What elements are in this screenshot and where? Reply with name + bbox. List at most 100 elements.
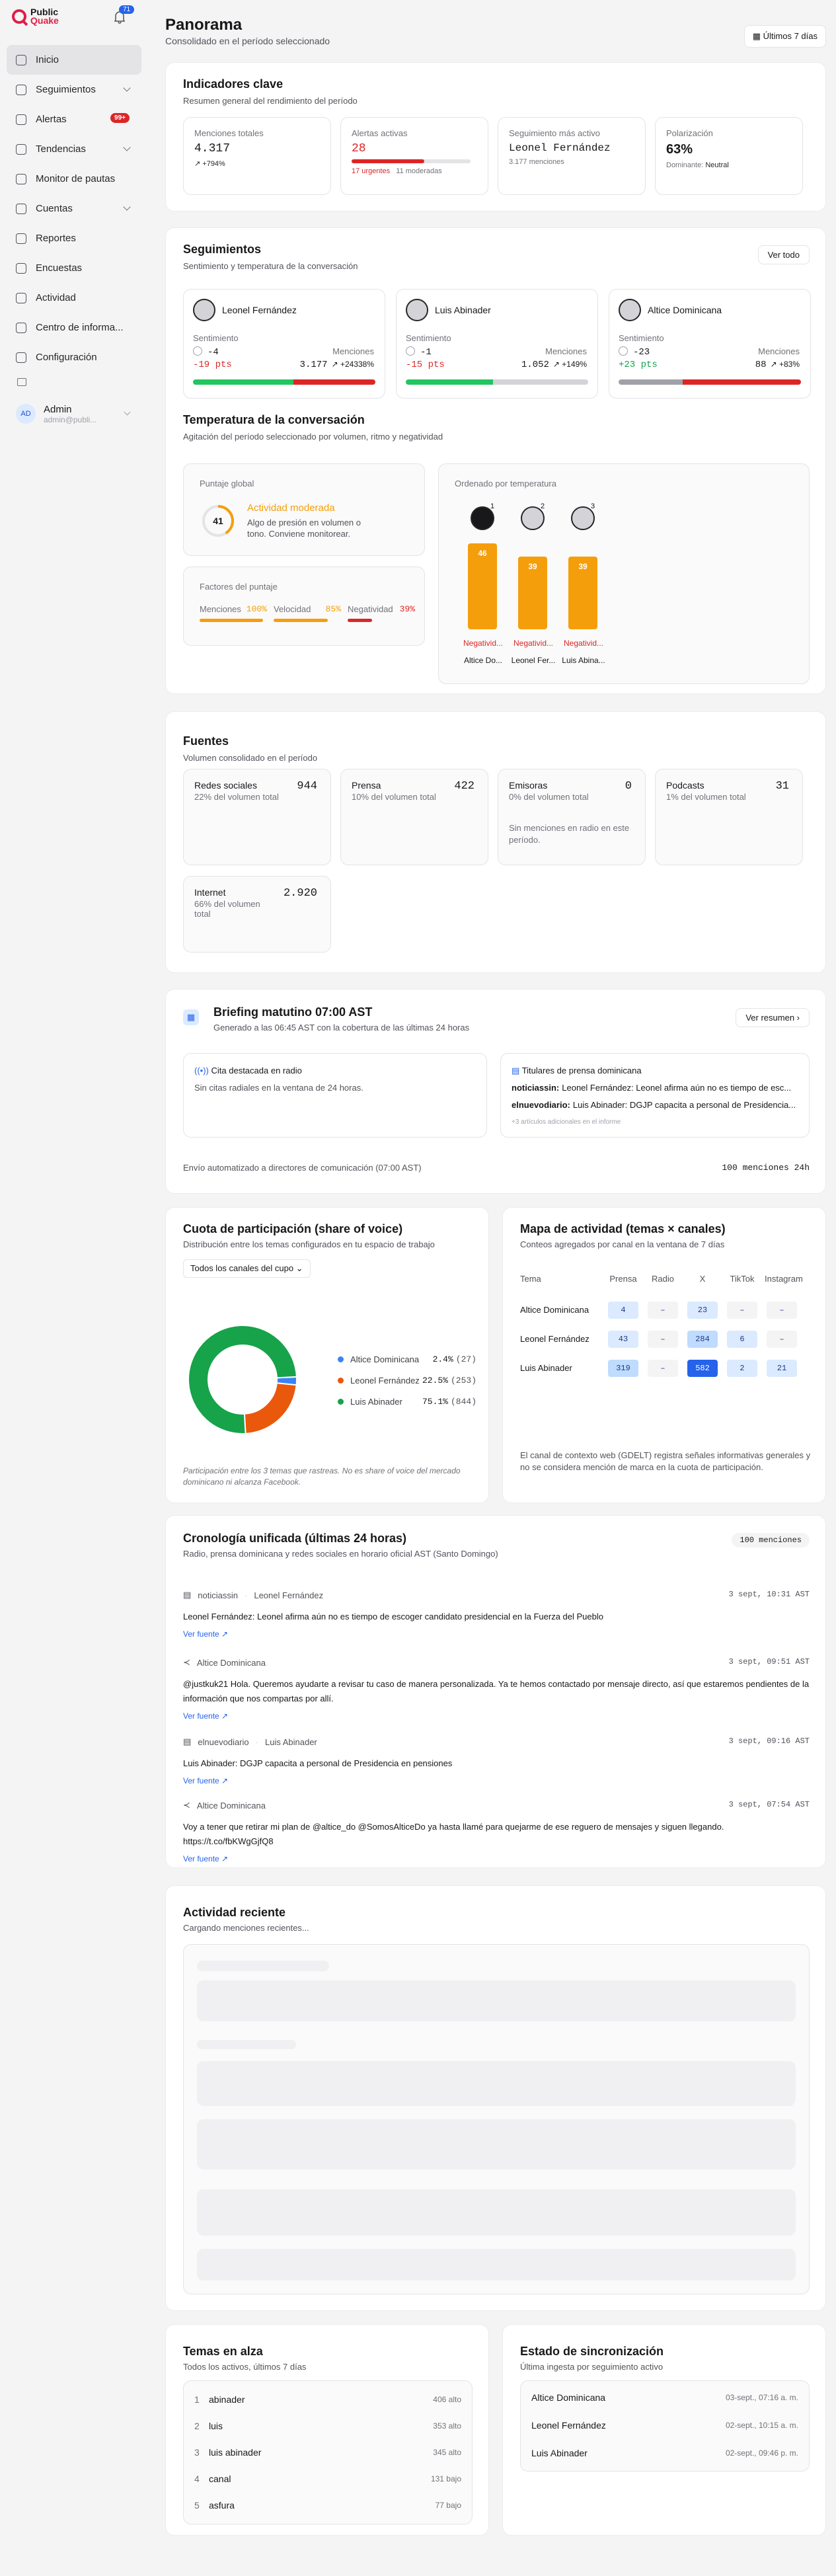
brand-bottom: Quake [30,15,59,26]
trending-item[interactable]: 1 abinader 406 alto [194,2388,461,2411]
pie-slice-leonel-fernández[interactable] [243,1382,297,1434]
trending-term: luis [209,2421,223,2431]
chevron-down-icon [123,203,131,211]
face-icon [406,346,415,356]
heatmap-cell[interactable]: 4 [608,1302,638,1319]
mentions-value: 3.177 ↗ +24338% [299,360,374,370]
tracking-name: Luis Abinader [435,305,491,315]
user-menu[interactable]: AD Admin admin@publi... [7,394,141,434]
sidebar-item-actividad[interactable]: Actividad [7,283,141,313]
date-range-button[interactable]: ▦ Últimos 7 días [743,25,826,48]
timeline-topic: Luis Abinader [264,1737,317,1747]
calendar-icon: ▦ [183,1009,199,1025]
heatmap-cell[interactable]: 6 [727,1331,757,1348]
share-donut [188,1325,297,1434]
heatmap-cell[interactable]: 43 [608,1331,638,1348]
tracking-card-item[interactable]: Leonel Fernández Sentimiento Menciones -4 -1… [183,289,385,399]
heatmap-cell[interactable]: – [648,1331,678,1348]
sync-subtitle: Última ingesta por seguimiento activo [520,2362,664,2372]
heatmap-cell[interactable]: 23 [687,1302,718,1319]
view-source-link[interactable]: Ver fuente ↗ [183,1776,810,1785]
chevron-down-icon [123,143,131,151]
user-email: admin@publi... [44,414,97,424]
headline-item[interactable]: noticiassin: Leonel Fernández: Leonel afi… [512,1083,798,1093]
trending-rank: 4 [194,2474,200,2484]
page-subtitle: Consolidado en el período seleccionado [165,36,330,46]
sidebar-item-encuestas[interactable]: Encuestas [7,253,141,283]
heatmap-cell[interactable]: 2 [727,1360,757,1377]
sidebar-item-centro-de-informa-[interactable]: Centro de informa... [7,313,141,342]
skeleton-block [197,2119,796,2169]
source-card[interactable]: Internet 66% del volumen total 2.920 [183,876,331,953]
source-card[interactable]: Emisoras 0% del volumen total 0 Sin mencion… [498,769,646,865]
sidebar-item-configuración[interactable]: Configuración [7,342,141,372]
sync-item: Leonel Fernández 02-sept., 10:15 a. m. [531,2411,798,2439]
skeleton-block [197,2249,796,2281]
view-all-button[interactable]: Ver todo [757,245,810,264]
sidebar-item-reportes[interactable]: Reportes [7,223,141,253]
headline-item[interactable]: elnuevodiario: Luis Abinader: DGJP capaci… [512,1100,798,1110]
legend-count: (844) [450,1397,476,1407]
legend-dot [338,1356,344,1362]
heatmap-cell[interactable]: 319 [608,1360,638,1377]
sentiment-delta: +23 pts [619,360,658,370]
view-summary-button[interactable]: Ver resumen › [736,1008,810,1027]
channel-select[interactable]: Todos los canales del cupo ⌄ [183,1259,311,1278]
skeleton-line [197,1961,329,1971]
kpi-label: Polarización [666,128,713,138]
temperature-title: Temperatura de la conversación [183,413,365,426]
timeline-time: 3 sept, 09:16 AST [728,1737,810,1746]
sidebar-item-alertas[interactable]: Alertas 99+ [7,104,141,134]
sentiment-value: -4 [193,346,219,358]
heatmap-cell[interactable]: – [727,1302,757,1319]
temperature-bar: 46 [468,543,497,629]
heatmap-cell[interactable]: – [648,1302,678,1319]
bar-label: Altice Do... [463,656,503,665]
source-card[interactable]: Redes sociales 22% del volumen total 944 [183,769,331,865]
source-card[interactable]: Prensa 10% del volumen total 422 [340,769,488,865]
global-score-box: Puntaje global 41 Actividad moderada Alg… [183,463,425,556]
bar-tag: Negativid... [563,639,604,648]
sidebar-item-cuentas[interactable]: Cuentas [7,194,141,223]
view-source-link[interactable]: Ver fuente ↗ [183,1629,810,1639]
legend-pct: 75.1% [422,1397,448,1407]
heatmap-subtitle: Conteos agregados por canal en la ventan… [520,1239,725,1249]
heatmap-row-label: Leonel Fernández [520,1334,589,1344]
heatmap-cell[interactable]: – [767,1302,797,1319]
view-source-link[interactable]: Ver fuente ↗ [183,1854,810,1863]
sidebar-item-inicio[interactable]: Inicio [7,45,141,75]
heatmap-cell[interactable]: – [648,1360,678,1377]
heatmap-cell[interactable]: – [767,1331,797,1348]
sidebar-collapse-icon[interactable] [17,378,26,386]
bar-label: Luis Abina... [562,656,605,665]
kpi-label: Alertas activas [352,128,408,138]
sources-card: Fuentes Volumen consolidado en el períod… [165,711,826,973]
factor-item: Negatividad 39% [348,604,419,622]
sync-name: Leonel Fernández [531,2420,606,2431]
heatmap-col-header: Radio [652,1274,674,1284]
sidebar-item-monitor-de-pautas[interactable]: Monitor de pautas [7,164,141,194]
sidebar-item-seguimientos[interactable]: Seguimientos [7,75,141,104]
mentions-label: Menciones [332,346,374,356]
view-source-link[interactable]: Ver fuente ↗ [183,1711,810,1721]
factor-name: Velocidad [274,604,311,614]
brand-logo[interactable]: Public Quake [12,7,59,26]
tracking-card-item[interactable]: Luis Abinader Sentimiento Menciones -1 -15 p… [396,289,598,399]
source-card[interactable]: Podcasts 1% del volumen total 31 [655,769,803,865]
trending-item[interactable]: 3 luis abinader 345 alto [194,2440,461,2464]
heatmap-cell[interactable]: 284 [687,1331,718,1348]
trending-item[interactable]: 2 luis 353 alto [194,2414,461,2438]
skeleton-block [197,2061,796,2106]
calendar-icon: ▦ [752,31,763,41]
timeline-text: Luis Abinader: DGJP capacita a personal … [183,1758,453,1768]
mentions-value: 1.052 ↗ +149% [521,360,587,370]
heatmap-cell[interactable]: 21 [767,1360,797,1377]
heatmap-cell[interactable]: 582 [687,1360,718,1377]
source-share: 22% del volumen total [194,792,279,802]
trending-item[interactable]: 5 asfura 77 bajo [194,2493,461,2517]
trending-item[interactable]: 4 canal 131 bajo [194,2467,461,2491]
sidebar-item-tendencias[interactable]: Tendencias [7,134,141,164]
tracking-card-item[interactable]: Altice Dominicana Sentimiento Menciones -23… [609,289,811,399]
press-headlines-box: ▤ Titulares de prensa dominicana noticia… [500,1053,810,1138]
newspaper-icon: ▤ [183,1737,192,1746]
